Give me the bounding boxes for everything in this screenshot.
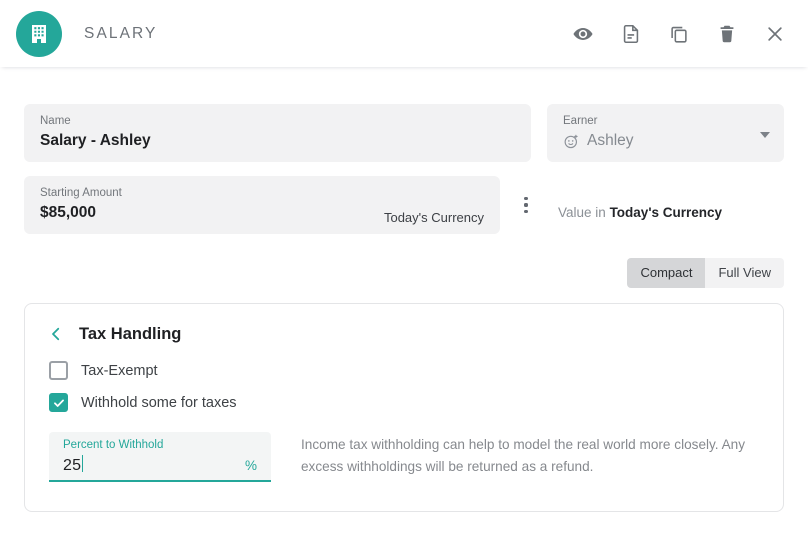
salary-editor-page: SALARY Name Salary - Ashley Earner Ashle… — [0, 0, 808, 536]
editor-body: Name Salary - Ashley Earner Ashley Start… — [0, 67, 808, 536]
app-header: SALARY — [0, 0, 808, 67]
toggle-full-view[interactable]: Full View — [705, 258, 784, 288]
visibility-icon[interactable] — [568, 19, 598, 49]
tax-handling-header: Tax Handling — [25, 304, 783, 344]
earner-field-value-row: Ashley — [563, 130, 768, 152]
starting-amount-left: Starting Amount $85,000 — [40, 186, 384, 224]
value-in-currency: Today's Currency — [609, 204, 723, 220]
more-options-icon[interactable] — [512, 176, 540, 234]
delete-icon[interactable] — [712, 19, 742, 49]
view-mode-toggle: Compact Full View — [627, 258, 784, 288]
percent-to-withhold-value: 25 — [63, 457, 82, 474]
page-title: SALARY — [84, 24, 158, 42]
text-cursor — [82, 455, 84, 472]
earner-field-label: Earner — [563, 115, 598, 127]
withhold-settings-row: Percent to Withhold 25 % Income tax with… — [25, 432, 783, 482]
checkbox-tax-exempt[interactable] — [49, 361, 68, 380]
value-in-label: Value in Today's Currency — [558, 191, 722, 220]
tax-handling-title: Tax Handling — [79, 324, 182, 343]
earner-name: Ashley — [587, 132, 634, 149]
checkbox-tax-exempt-label: Tax-Exempt — [81, 362, 158, 379]
chevron-left-icon[interactable] — [47, 324, 67, 344]
chevron-down-icon[interactable] — [760, 132, 770, 138]
percent-unit: % — [244, 458, 257, 473]
starting-amount-row: Starting Amount $85,000 Today's Currency… — [24, 176, 784, 234]
name-field-value: Salary - Ashley — [40, 132, 151, 149]
notes-icon[interactable] — [616, 19, 646, 49]
checkbox-withhold[interactable] — [49, 393, 68, 412]
checkbox-withhold-label: Withhold some for taxes — [81, 394, 237, 411]
percent-to-withhold-input[interactable]: Percent to Withhold 25 % — [49, 432, 271, 482]
earner-field[interactable]: Earner Ashley — [547, 104, 784, 162]
starting-amount-value: $85,000 — [40, 204, 97, 221]
toggle-compact[interactable]: Compact — [627, 258, 706, 288]
percent-value-row: 25 % — [63, 453, 257, 475]
starting-amount-field[interactable]: Starting Amount $85,000 Today's Currency — [24, 176, 500, 234]
withholding-description: Income tax withholding can help to model… — [301, 437, 746, 474]
percent-to-withhold-label: Percent to Withhold — [63, 439, 164, 451]
building-icon — [16, 10, 62, 57]
checkbox-row-tax-exempt[interactable]: Tax-Exempt — [25, 361, 783, 380]
close-icon[interactable] — [760, 19, 790, 49]
primary-fields-row: Name Salary - Ashley Earner Ashley — [24, 104, 784, 162]
name-field-label: Name — [40, 115, 71, 127]
name-field[interactable]: Name Salary - Ashley — [24, 104, 531, 162]
starting-amount-currency-suffix: Today's Currency — [383, 210, 484, 225]
header-actions — [568, 19, 790, 49]
starting-amount-label: Starting Amount — [40, 187, 122, 199]
face-avatar-icon — [563, 133, 580, 150]
tax-handling-card: Tax Handling Tax-Exempt Withhold some fo… — [24, 303, 784, 512]
value-in-prefix: Value in — [558, 204, 606, 220]
duplicate-icon[interactable] — [664, 19, 694, 49]
checkbox-row-withhold[interactable]: Withhold some for taxes — [25, 393, 783, 412]
